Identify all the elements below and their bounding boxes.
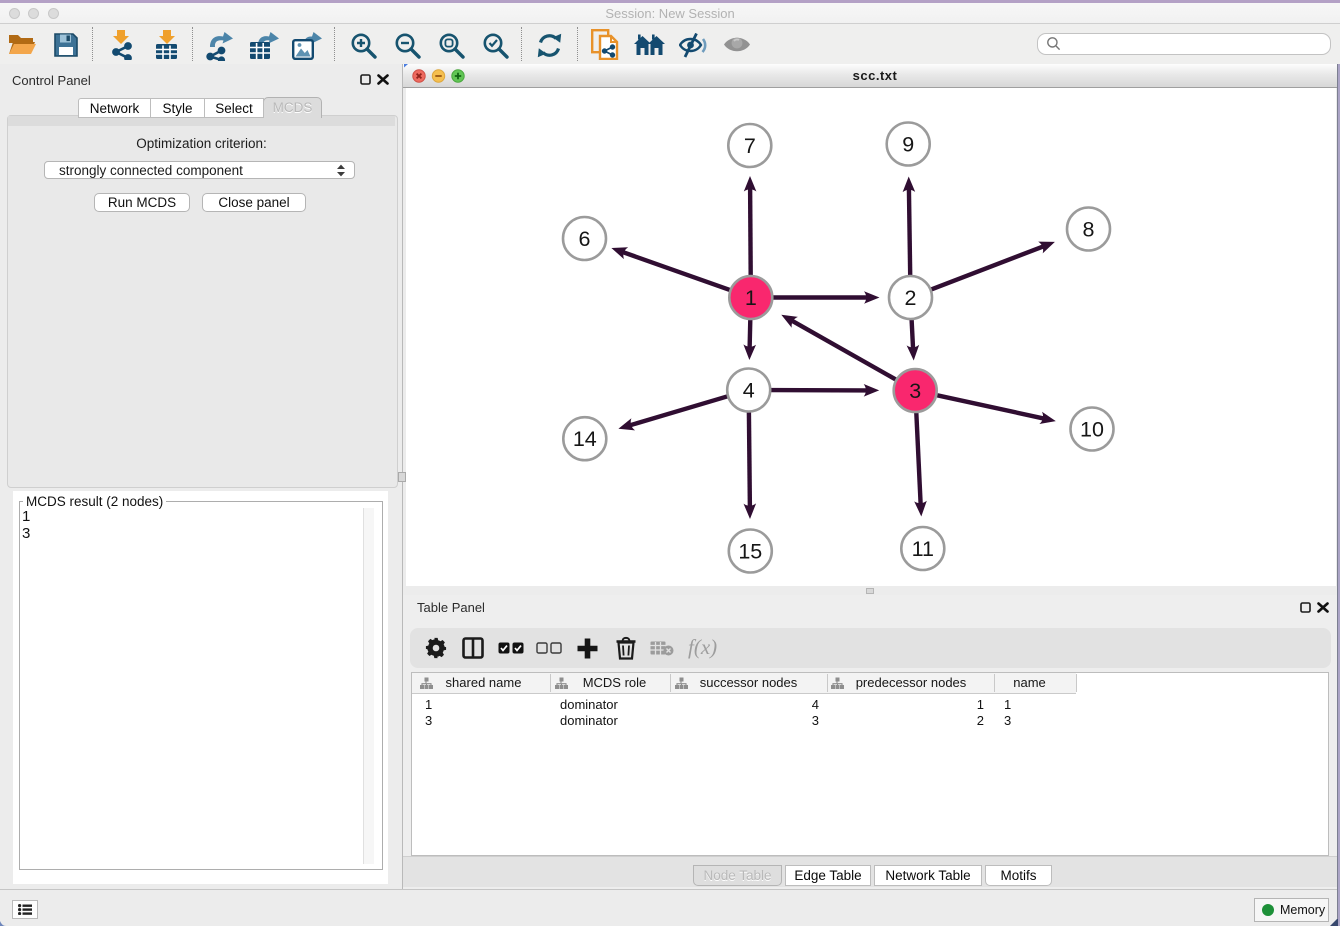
svg-text:2: 2 xyxy=(905,286,917,310)
svg-text:8: 8 xyxy=(1083,218,1095,242)
svg-text:14: 14 xyxy=(573,427,597,451)
svg-text:7: 7 xyxy=(744,134,756,158)
svg-text:4: 4 xyxy=(743,379,755,403)
svg-text:1: 1 xyxy=(745,286,757,310)
svg-text:10: 10 xyxy=(1080,418,1104,442)
svg-text:6: 6 xyxy=(579,227,591,251)
svg-text:15: 15 xyxy=(738,540,762,564)
svg-text:3: 3 xyxy=(909,379,921,403)
svg-text:9: 9 xyxy=(902,133,914,157)
svg-text:11: 11 xyxy=(912,537,934,561)
